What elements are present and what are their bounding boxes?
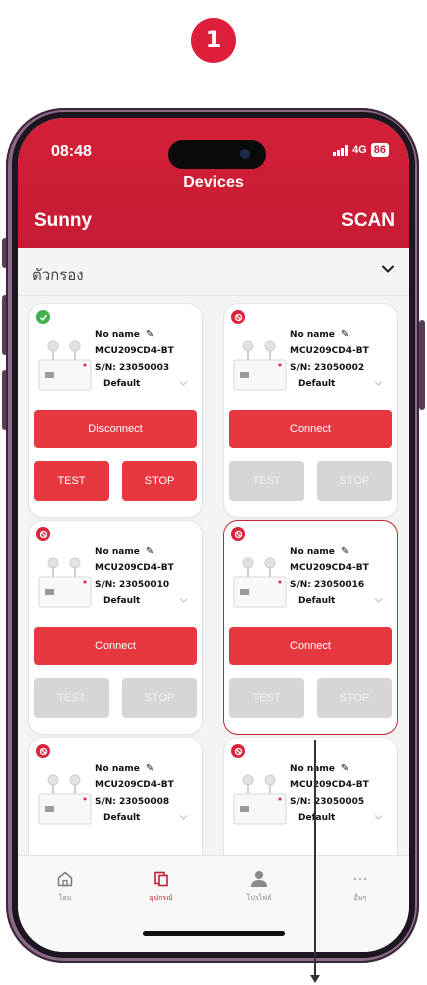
device-mode-select[interactable]: Default <box>298 596 335 606</box>
device-name: No name ✎ <box>290 546 350 557</box>
arrow-down-icon <box>310 975 320 983</box>
page-title: Devices <box>183 174 244 191</box>
network-type: 4G <box>352 144 367 156</box>
tab-label: โปรไฟล์ <box>246 894 272 902</box>
devices-icon <box>154 871 168 887</box>
pencil-icon[interactable]: ✎ <box>341 763 349 774</box>
device-name: No name ✎ <box>95 546 155 557</box>
chevron-down-icon <box>179 381 188 386</box>
tab-label: โฮม <box>58 894 72 902</box>
profile-icon <box>251 871 267 887</box>
stop-button[interactable]: STOP <box>317 461 392 501</box>
signal-icon <box>333 144 349 156</box>
disconnected-icon <box>231 527 245 541</box>
emergency-light-image <box>233 557 287 608</box>
disconnect-button[interactable]: Disconnect <box>34 410 197 448</box>
filter-label: ตัวกรอง <box>32 266 84 284</box>
status-indicators: 4G 86 <box>333 143 389 157</box>
emergency-light-image <box>38 557 92 608</box>
tab-more[interactable]: อื่นๆ <box>325 870 395 904</box>
device-card: No name ✎ MCU209CD4-BT S/N: 23050010 Defa… <box>29 521 202 734</box>
chevron-down-icon <box>374 815 383 820</box>
camera-icon <box>240 149 250 159</box>
test-button[interactable]: TEST <box>229 678 304 718</box>
connect-button[interactable]: Connect <box>229 410 392 448</box>
chevron-down-icon <box>382 265 394 273</box>
device-mode-select[interactable]: Default <box>103 379 140 389</box>
stop-button[interactable]: STOP <box>317 678 392 718</box>
device-name: No name ✎ <box>290 763 350 774</box>
status-time: 08:48 <box>51 143 92 160</box>
device-card: No name ✎ MCU209CD4-BT S/N: 23050002 Defa… <box>224 304 397 517</box>
callout-arrow-line <box>314 740 316 978</box>
device-serial: S/N: 23050003 <box>95 363 170 373</box>
app-header: 08:48 4G 86 Devices Sunny SCAN <box>18 118 409 248</box>
tab-label: อื่นๆ <box>353 894 367 902</box>
brand-label: Sunny <box>34 210 93 231</box>
connect-button[interactable]: Connect <box>229 627 392 665</box>
emergency-light-image <box>233 774 287 825</box>
disconnected-icon <box>231 744 245 758</box>
disconnected-icon <box>231 310 245 324</box>
pencil-icon[interactable]: ✎ <box>341 546 349 557</box>
chevron-down-icon <box>179 815 188 820</box>
chevron-down-icon <box>374 381 383 386</box>
filter-dropdown[interactable]: ตัวกรอง <box>18 248 409 296</box>
stop-button[interactable]: STOP <box>122 678 197 718</box>
device-serial: S/N: 23050010 <box>95 580 170 590</box>
device-mode-select[interactable]: Default <box>298 813 335 823</box>
pencil-icon[interactable]: ✎ <box>341 329 349 340</box>
pencil-icon[interactable]: ✎ <box>146 546 154 557</box>
device-model: MCU209CD4-BT <box>290 346 369 356</box>
step-number-badge: 1 <box>191 18 236 63</box>
device-serial: S/N: 23050005 <box>290 797 365 807</box>
dynamic-island <box>168 140 266 169</box>
device-model: MCU209CD4-BT <box>290 563 369 573</box>
emergency-light-image <box>38 340 92 391</box>
device-model: MCU209CD4-BT <box>290 780 369 790</box>
tab-profile[interactable]: โปรไฟล์ <box>224 870 294 904</box>
device-serial: S/N: 23050008 <box>95 797 170 807</box>
stop-button[interactable]: STOP <box>122 461 197 501</box>
device-name: No name ✎ <box>95 329 155 340</box>
battery-icon: 86 <box>370 143 389 157</box>
device-card-highlighted: No name ✎ MCU209CD4-BT S/N: 23050016 Defa… <box>224 521 397 734</box>
device-serial: S/N: 23050016 <box>290 580 365 590</box>
chevron-down-icon <box>179 598 188 603</box>
device-mode-select[interactable]: Default <box>298 379 335 389</box>
disconnected-icon <box>36 744 50 758</box>
emergency-light-image <box>233 340 287 391</box>
test-button[interactable]: TEST <box>34 678 109 718</box>
tab-label: อุปกรณ์ <box>149 894 173 902</box>
device-mode-select[interactable]: Default <box>103 813 140 823</box>
device-serial: S/N: 23050002 <box>290 363 365 373</box>
device-mode-select[interactable]: Default <box>103 596 140 606</box>
device-model: MCU209CD4-BT <box>95 780 174 790</box>
device-model: MCU209CD4-BT <box>95 563 174 573</box>
scan-button[interactable]: SCAN <box>341 210 395 232</box>
device-model: MCU209CD4-BT <box>95 346 174 356</box>
device-card: No name ✎ MCU209CD4-BT S/N: 23050003 Defa… <box>29 304 202 517</box>
tab-home[interactable]: โฮม <box>30 870 100 904</box>
chevron-down-icon <box>374 598 383 603</box>
device-name: No name ✎ <box>95 763 155 774</box>
test-button[interactable]: TEST <box>229 461 304 501</box>
home-indicator[interactable] <box>143 931 285 936</box>
phone-screen: 08:48 4G 86 Devices Sunny SCAN ตัวกรอง N… <box>18 118 409 952</box>
connect-button[interactable]: Connect <box>34 627 197 665</box>
phone-power-button <box>419 320 425 410</box>
pencil-icon[interactable]: ✎ <box>146 329 154 340</box>
tab-devices[interactable]: อุปกรณ์ <box>126 870 196 904</box>
device-name: No name ✎ <box>290 329 350 340</box>
connected-check-icon <box>36 310 50 324</box>
test-button[interactable]: TEST <box>34 461 109 501</box>
emergency-light-image <box>38 774 92 825</box>
home-icon <box>57 871 73 887</box>
pencil-icon[interactable]: ✎ <box>146 763 154 774</box>
disconnected-icon <box>36 527 50 541</box>
more-icon <box>353 877 367 881</box>
bottom-tab-bar: โฮม อุปกรณ์ โปรไฟล์ อื่นๆ <box>18 855 409 952</box>
